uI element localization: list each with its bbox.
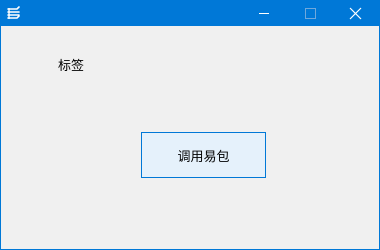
maximize-button[interactable] bbox=[287, 1, 333, 26]
minimize-icon bbox=[259, 13, 269, 14]
close-button[interactable] bbox=[333, 1, 379, 26]
call-package-button[interactable]: 调用易包 bbox=[141, 132, 266, 178]
title-bar[interactable] bbox=[1, 1, 379, 26]
minimize-button[interactable] bbox=[241, 1, 287, 26]
app-window: 标签 调用易包 bbox=[0, 0, 380, 250]
close-icon bbox=[349, 7, 362, 20]
client-area: 标签 调用易包 bbox=[1, 26, 379, 249]
form-label: 标签 bbox=[58, 59, 85, 74]
maximize-icon bbox=[305, 8, 316, 19]
app-logo-icon bbox=[6, 5, 22, 21]
